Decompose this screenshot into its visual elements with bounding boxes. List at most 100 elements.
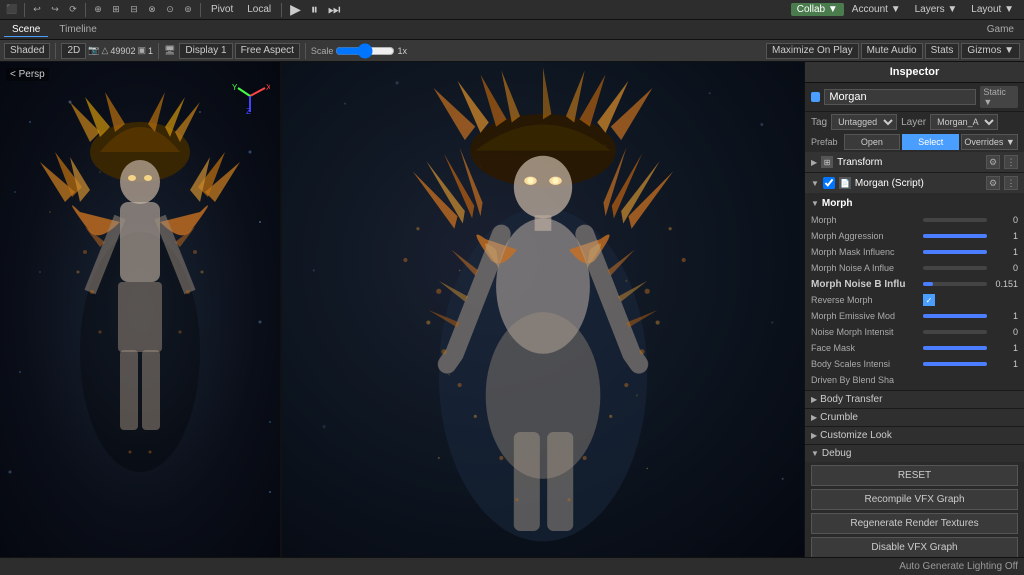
- face-mask-slider[interactable]: [923, 346, 987, 350]
- prefab-open-button[interactable]: Open: [844, 134, 901, 150]
- mute-button[interactable]: Mute Audio: [861, 43, 923, 59]
- object-row: Static ▼: [805, 83, 1024, 112]
- recompile-vfx-button[interactable]: Recompile VFX Graph: [811, 489, 1018, 510]
- reset-button[interactable]: RESET: [811, 465, 1018, 486]
- noise-intensit-slider-container: 0: [923, 327, 1018, 337]
- mask-influe-slider[interactable]: [923, 250, 987, 254]
- morph-slider[interactable]: [923, 218, 987, 222]
- layer-dropdown[interactable]: Morgan_A: [930, 114, 998, 130]
- noise-intensit-value: 0: [990, 327, 1018, 337]
- crumble-header[interactable]: ▶ Crumble: [805, 408, 1024, 426]
- script-more-btn[interactable]: ⋮: [1004, 176, 1018, 190]
- layout-button[interactable]: Layout ▼: [965, 3, 1020, 16]
- morph-section-title: Morph: [822, 198, 853, 209]
- face-mask-prop: Face Mask 1: [805, 340, 1024, 356]
- vertices-icon: △: [102, 45, 109, 56]
- mask-influe-prop: Morph Mask Influenc 1: [805, 244, 1024, 260]
- morph-arrow: ▼: [811, 199, 819, 208]
- script-settings-btn[interactable]: ⚙: [986, 176, 1000, 190]
- toolbar-icon-2: ↪: [47, 2, 63, 18]
- face-mask-label: Face Mask: [811, 343, 921, 353]
- driven-blend-label: Driven By Blend Sha: [811, 375, 921, 385]
- noise-a-slider[interactable]: [923, 266, 987, 270]
- collab-button[interactable]: Collab ▼: [791, 3, 844, 16]
- noise-intensit-prop: Noise Morph Intensit 0: [805, 324, 1024, 340]
- customize-header[interactable]: ▶ Customize Look: [805, 426, 1024, 444]
- body-scales-slider[interactable]: [923, 362, 987, 366]
- prefab-select-button[interactable]: Select: [902, 134, 959, 150]
- morph-label: Morph: [811, 215, 921, 225]
- mask-influe-slider-container: 1: [923, 247, 1018, 257]
- viewport-left[interactable]: < Persp X Y Z: [0, 62, 280, 557]
- scale-slider[interactable]: [335, 46, 395, 56]
- account-button[interactable]: Account ▼: [846, 3, 907, 16]
- noise-b-slider[interactable]: [923, 282, 987, 286]
- maximize-button[interactable]: Maximize On Play: [766, 43, 859, 59]
- debug-header[interactable]: ▼ Debug: [805, 444, 1024, 462]
- stats-button[interactable]: Stats: [925, 43, 960, 59]
- viewport-right[interactable]: [282, 62, 804, 557]
- noise-b-value: 0.151: [990, 279, 1018, 289]
- emissive-slider[interactable]: [923, 314, 987, 318]
- viewport-area: < Persp X Y Z: [0, 62, 804, 557]
- game-label: Game: [987, 24, 1014, 35]
- tab-timeline[interactable]: Timeline: [51, 23, 104, 36]
- reverse-morph-checkbox[interactable]: ✓: [923, 294, 935, 306]
- viewport-toolbar: Shaded 2D 📷 △ 49902 ▣ 1 🖥 Display 1 Free…: [0, 40, 1024, 62]
- gizmos-button[interactable]: Gizmos ▼: [961, 43, 1020, 59]
- noise-a-slider-container: 0: [923, 263, 1018, 273]
- crumble-title: Crumble: [820, 412, 858, 423]
- morph-section: ▼ Morph Morph 0 Morph Aggression: [805, 193, 1024, 390]
- noise-intensit-slider[interactable]: [923, 330, 987, 334]
- view-2d-button[interactable]: 2D: [61, 43, 86, 59]
- morph-section-header[interactable]: ▼ Morph: [805, 195, 1024, 212]
- tab-scene[interactable]: Scene: [4, 23, 48, 37]
- character-left: [0, 62, 280, 557]
- aggression-slider-container: 1: [923, 231, 1018, 241]
- transform-more-btn[interactable]: ⋮: [1004, 155, 1018, 169]
- bottom-bar: Auto Generate Lighting Off: [0, 557, 1024, 575]
- checkmark-icon: ✓: [926, 296, 933, 305]
- step-button[interactable]: ⏭: [324, 1, 345, 18]
- pivot-button[interactable]: Pivot: [205, 3, 239, 16]
- object-icon: [811, 92, 820, 102]
- morph-value: 0: [990, 215, 1018, 225]
- layers-button[interactable]: Layers ▼: [909, 3, 964, 16]
- noise-b-prop: Morph Noise B Influ 0.151: [805, 276, 1024, 292]
- script-enabled-checkbox[interactable]: [823, 177, 835, 189]
- static-badge[interactable]: Static ▼: [980, 86, 1018, 108]
- main-layout: < Persp X Y Z: [0, 62, 1024, 557]
- body-transfer-header[interactable]: ▶ Body Transfer: [805, 390, 1024, 408]
- layer-label: Layer: [901, 117, 926, 128]
- camera-icon: 📷: [88, 45, 99, 56]
- svg-text:Y: Y: [232, 83, 238, 92]
- transform-settings-btn[interactable]: ⚙: [986, 155, 1000, 169]
- display-dropdown[interactable]: Display 1: [179, 43, 232, 59]
- object-name-field[interactable]: [824, 89, 976, 105]
- transform-icon: ⊞: [821, 156, 833, 168]
- shaded-dropdown[interactable]: Shaded: [4, 43, 50, 59]
- display-icon: 🖥: [164, 45, 175, 56]
- transform-header[interactable]: ▶ ⊞ Transform ⚙ ⋮: [805, 152, 1024, 172]
- tag-label: Tag: [811, 117, 827, 128]
- body-scales-slider-container: 1: [923, 359, 1018, 369]
- prefab-overrides-button[interactable]: Overrides ▼: [961, 134, 1018, 150]
- script-header[interactable]: ▼ 📄 Morgan (Script) ⚙ ⋮: [805, 173, 1024, 193]
- morgan-script-component: ▼ 📄 Morgan (Script) ⚙ ⋮ ▼ Morph Morph: [805, 173, 1024, 557]
- disable-vfx-button[interactable]: Disable VFX Graph: [811, 537, 1018, 557]
- face-mask-value: 1: [990, 343, 1018, 353]
- pause-button[interactable]: ⏸: [307, 1, 322, 18]
- tag-dropdown[interactable]: Untagged: [831, 114, 897, 130]
- prefab-row: Prefab Open Select Overrides ▼: [805, 132, 1024, 152]
- debug-arrow: ▼: [811, 449, 819, 458]
- emissive-fill: [923, 314, 987, 318]
- local-button[interactable]: Local: [241, 3, 277, 16]
- aspect-dropdown[interactable]: Free Aspect: [235, 43, 300, 59]
- scale-label: Scale: [311, 46, 334, 56]
- body-scales-fill: [923, 362, 987, 366]
- svg-text:Z: Z: [246, 107, 251, 116]
- play-button[interactable]: ▶: [286, 1, 305, 18]
- regen-textures-button[interactable]: Regenerate Render Textures: [811, 513, 1018, 534]
- aggression-slider[interactable]: [923, 234, 987, 238]
- transform-component: ▶ ⊞ Transform ⚙ ⋮: [805, 152, 1024, 173]
